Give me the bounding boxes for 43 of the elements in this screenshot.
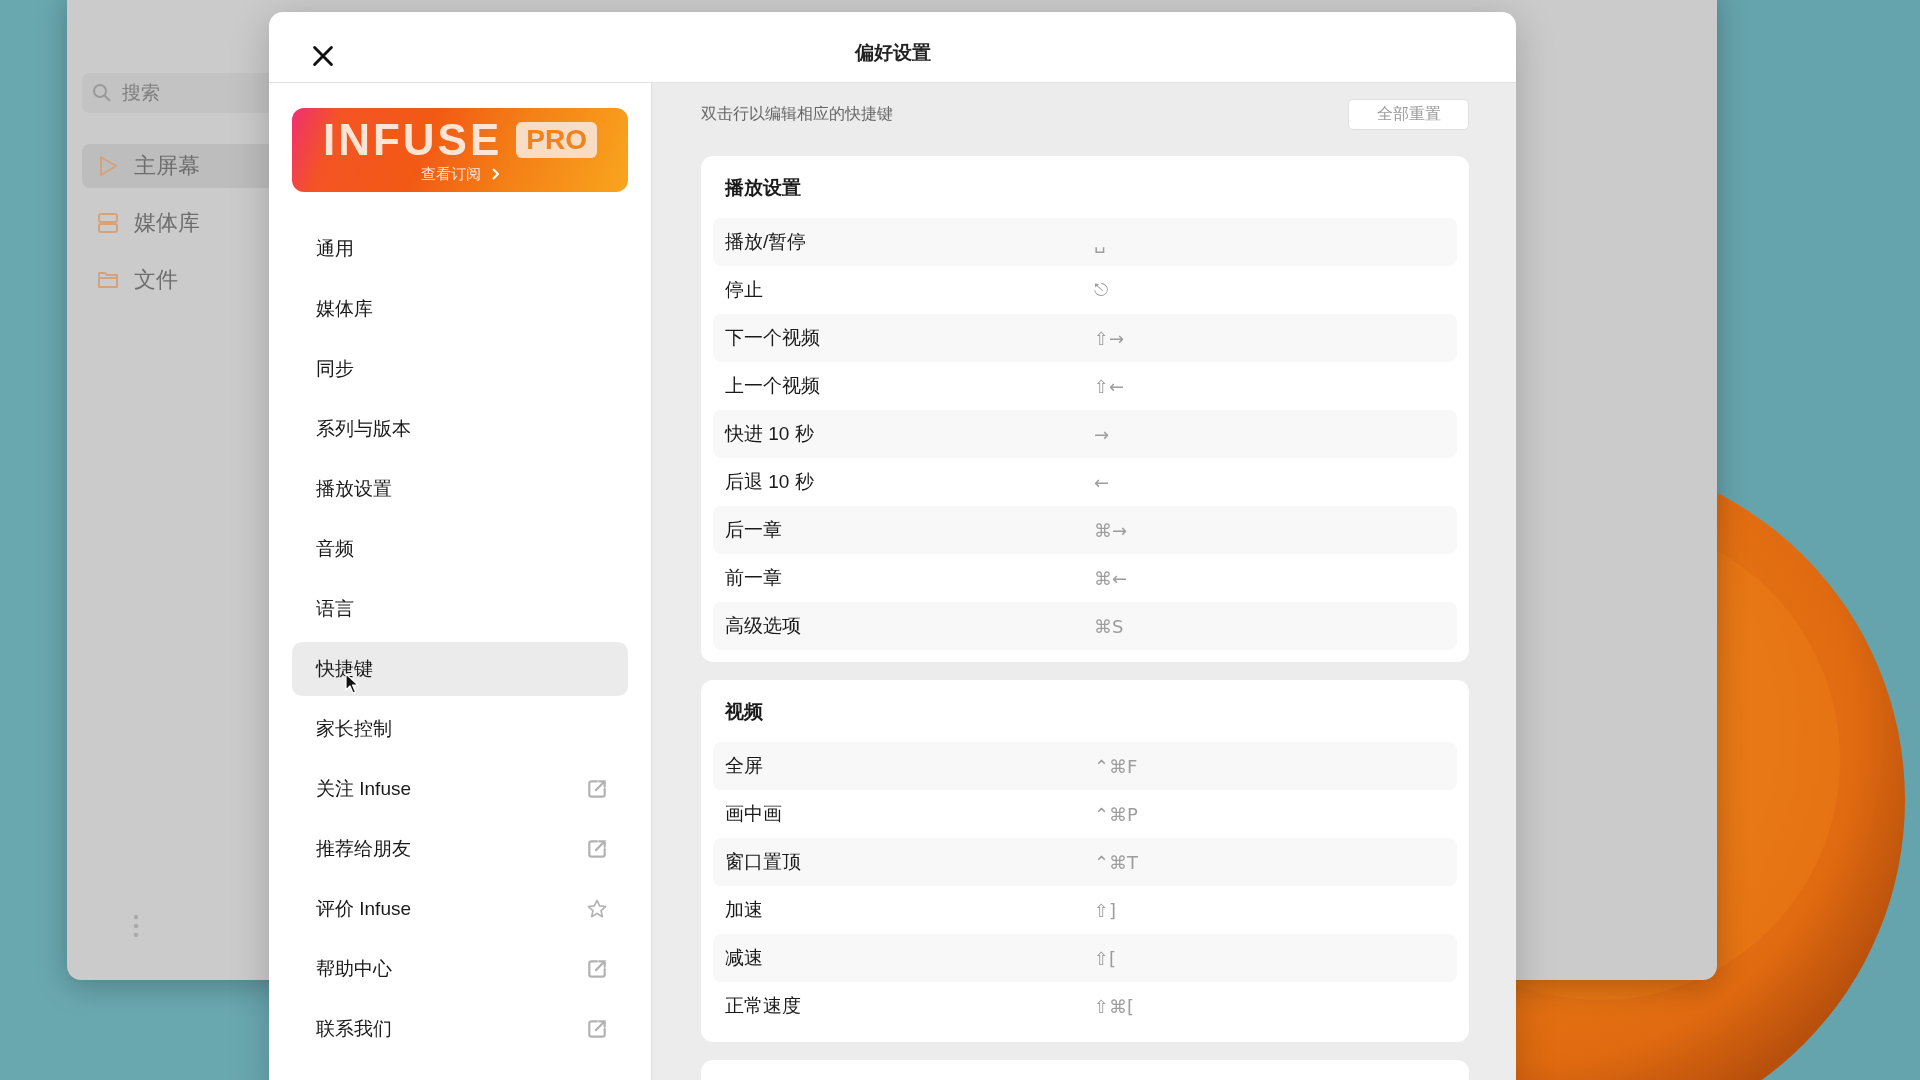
menu-item[interactable]: 媒体库 bbox=[292, 282, 628, 336]
shortcut-row[interactable]: 画中画 ⌃⌘P bbox=[713, 790, 1457, 838]
external-link-icon bbox=[586, 958, 608, 980]
shortcut-row[interactable]: 后一章 ⌘→ bbox=[713, 506, 1457, 554]
shortcut-row[interactable]: 后退 10 秒 ← bbox=[713, 458, 1457, 506]
shortcut-row[interactable]: 窗口置顶 ⌃⌘T bbox=[713, 838, 1457, 886]
menu-item[interactable]: 关注 Infuse bbox=[292, 762, 628, 816]
menu-item[interactable]: 家长控制 bbox=[292, 702, 628, 756]
close-button[interactable] bbox=[311, 44, 335, 68]
menu-item[interactable]: 音频 bbox=[292, 522, 628, 576]
menu-item[interactable]: 同步 bbox=[292, 342, 628, 396]
pro-badge: PRO bbox=[516, 121, 597, 158]
shortcut-row[interactable]: 快进 10 秒 → bbox=[713, 410, 1457, 458]
shortcut-row[interactable]: 上一个视频 ⇧← bbox=[713, 362, 1457, 410]
external-link-icon bbox=[586, 778, 608, 800]
shortcut-row[interactable]: 停止 ⎋ bbox=[713, 266, 1457, 314]
star-icon bbox=[586, 898, 608, 920]
menu-item[interactable]: 通用 bbox=[292, 222, 628, 276]
dialog-title: 偏好设置 bbox=[854, 41, 931, 65]
external-link-icon bbox=[586, 1018, 608, 1040]
drag-handle-icon[interactable] bbox=[133, 914, 139, 938]
section-title: 视频 bbox=[723, 700, 764, 724]
external-link-icon bbox=[586, 838, 608, 860]
menu-item[interactable]: 联系我们 bbox=[292, 1002, 628, 1056]
shortcut-row[interactable]: 前一章 ⌘← bbox=[713, 554, 1457, 602]
search-icon bbox=[92, 83, 112, 103]
menu-item[interactable]: 帮助中心 bbox=[292, 942, 628, 996]
shortcut-row[interactable]: 高级选项 ⌘S bbox=[713, 602, 1457, 650]
shortcut-row[interactable]: 播放/暂停 ␣ bbox=[713, 218, 1457, 266]
menu-item[interactable]: 播放设置 bbox=[292, 462, 628, 516]
menu-item[interactable]: 语言 bbox=[292, 582, 628, 636]
section-title: 播放设置 bbox=[723, 176, 802, 200]
shortcut-row[interactable]: 全屏 ⌃⌘F bbox=[713, 742, 1457, 790]
chevron-icon bbox=[491, 168, 499, 180]
shortcut-row[interactable]: 下一个视频 ⇧→ bbox=[713, 314, 1457, 362]
menu-item[interactable]: 评价 Infuse bbox=[292, 882, 628, 936]
menu-item[interactable]: 推荐给朋友 bbox=[292, 822, 628, 876]
storage-icon bbox=[96, 211, 120, 235]
menu-item[interactable]: 系列与版本 bbox=[292, 402, 628, 456]
shortcut-row[interactable]: 减速 ⇧[ bbox=[713, 934, 1457, 982]
shortcut-row[interactable]: 正常速度 ⇧⌘[ bbox=[713, 982, 1457, 1030]
shortcut-row[interactable]: 加速 ⇧] bbox=[713, 886, 1457, 934]
hint-text: 双击行以编辑相应的快捷键 bbox=[701, 104, 893, 124]
